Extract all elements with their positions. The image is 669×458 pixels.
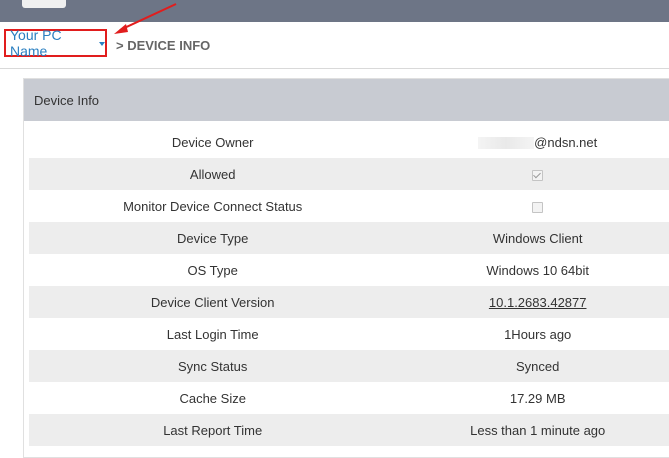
table-row: Device Client Version 10.1.2683.42877 bbox=[29, 286, 669, 318]
breadcrumb: Your PC Name > DEVICE INFO bbox=[0, 22, 669, 69]
client-version-link[interactable]: 10.1.2683.42877 bbox=[396, 295, 669, 310]
row-label: Device Owner bbox=[171, 134, 254, 150]
row-value: 1Hours ago bbox=[504, 326, 572, 342]
device-owner-value: @ndsn.net bbox=[534, 134, 598, 150]
table-row: Allowed bbox=[29, 158, 669, 190]
top-bar bbox=[0, 0, 669, 22]
table-row: Cache Size 17.29 MB bbox=[29, 382, 669, 414]
row-label: Device Type bbox=[177, 230, 249, 246]
row-value: Windows 10 64bit bbox=[486, 262, 589, 278]
pc-name-dropdown[interactable]: Your PC Name bbox=[4, 27, 107, 59]
page-title: > DEVICE INFO bbox=[116, 38, 211, 53]
row-label: Allowed bbox=[189, 166, 236, 182]
annotation-arrow-icon bbox=[114, 3, 177, 34]
row-value: Synced bbox=[516, 358, 560, 374]
device-info-panel: Device Info Device Owner @ndsn.net Allow… bbox=[23, 78, 669, 458]
table-row: Sync Status Synced bbox=[29, 350, 669, 382]
row-label: Cache Size bbox=[179, 390, 246, 406]
row-label: Device Client Version bbox=[150, 294, 275, 310]
row-value: Less than 1 minute ago bbox=[470, 422, 606, 438]
row-value: 17.29 MB bbox=[509, 390, 566, 406]
device-info-table: Device Owner @ndsn.net Allowed Monitor D… bbox=[29, 126, 669, 446]
row-value: @ndsn.net bbox=[396, 135, 669, 150]
allowed-checkbox[interactable] bbox=[532, 169, 544, 181]
row-value bbox=[396, 199, 669, 214]
panel-header: Device Info bbox=[24, 79, 669, 121]
panel-title: Device Info bbox=[34, 92, 100, 108]
table-row: Last Login Time 1Hours ago bbox=[29, 318, 669, 350]
row-value: Windows Client bbox=[492, 230, 583, 246]
table-row: Monitor Device Connect Status bbox=[29, 190, 669, 222]
row-label: Sync Status bbox=[178, 358, 248, 374]
row-label: Monitor Device Connect Status bbox=[123, 198, 303, 214]
app-logo[interactable] bbox=[22, 0, 66, 8]
redacted-text bbox=[478, 137, 535, 150]
table-row: OS Type Windows 10 64bit bbox=[29, 254, 669, 286]
chevron-down-icon bbox=[99, 42, 105, 46]
table-row: Last Report Time Less than 1 minute ago bbox=[29, 414, 669, 446]
row-label: Last Login Time bbox=[166, 326, 259, 342]
table-row: Device Owner @ndsn.net bbox=[29, 126, 669, 158]
pc-name-label: Your PC Name bbox=[10, 27, 62, 59]
row-label: Last Report Time bbox=[163, 422, 263, 438]
row-label: OS Type bbox=[187, 262, 238, 278]
monitor-status-checkbox[interactable] bbox=[532, 201, 544, 213]
table-row: Device Type Windows Client bbox=[29, 222, 669, 254]
row-value bbox=[396, 167, 669, 182]
